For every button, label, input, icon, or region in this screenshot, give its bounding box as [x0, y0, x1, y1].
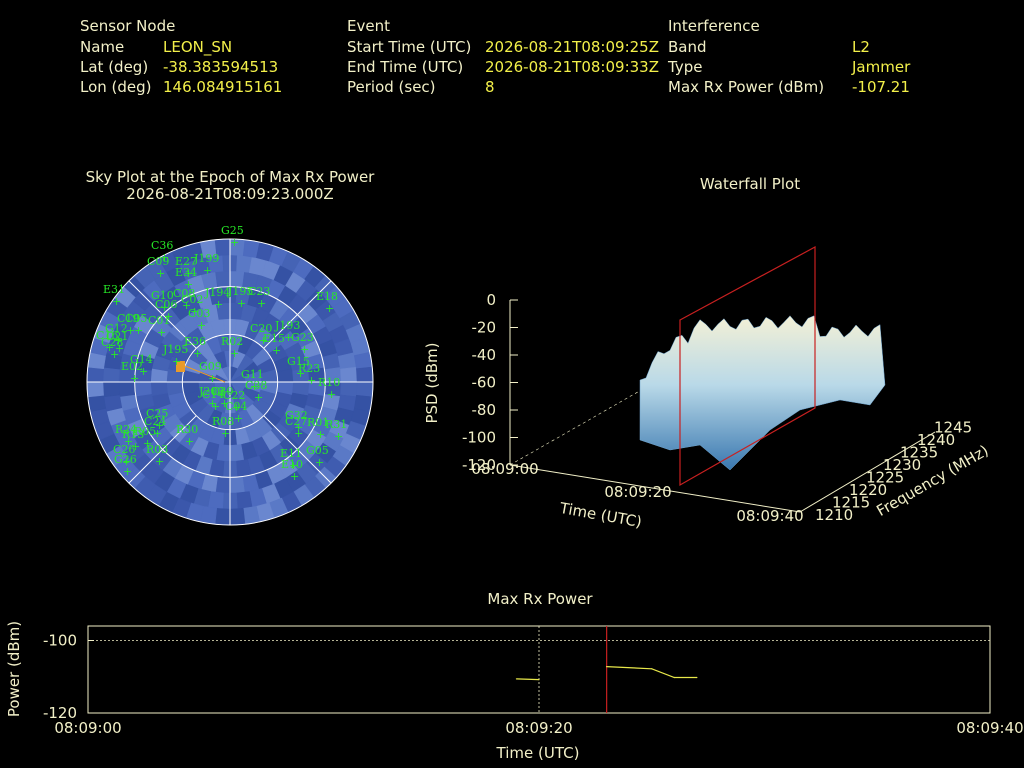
chart-series-line: [516, 678, 540, 681]
chart-x-label: Time (UTC): [496, 744, 580, 762]
chart-point: [538, 679, 540, 681]
chart-point: [696, 676, 698, 679]
chart-point: [515, 678, 518, 680]
chart-x-tick-label: 08:09:20: [505, 719, 572, 737]
chart-x-tick-label: 08:09:00: [54, 719, 121, 737]
chart-point: [651, 668, 653, 670]
chart-point: [673, 676, 675, 679]
max-rx-power-chart: -100-12008:09:00 08:09:20 08:09:40Time (UT…: [5, 621, 1024, 762]
chart-y-tick-label: -100: [43, 632, 77, 650]
chart-y-label: Power (dBm): [5, 621, 23, 717]
chart-point: [606, 666, 608, 668]
chart-x-tick-label: 08:09:40: [956, 719, 1023, 737]
